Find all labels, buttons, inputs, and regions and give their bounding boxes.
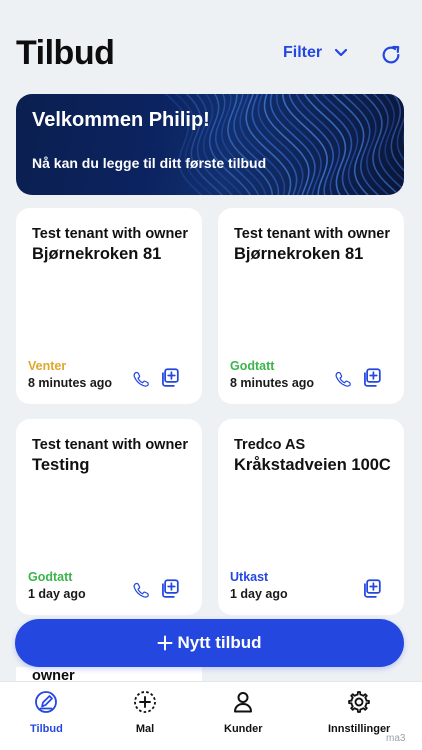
offer-time: 1 day ago bbox=[28, 587, 86, 601]
offer-address: Bjørnekroken 81 bbox=[234, 245, 364, 263]
tab-innstillinger[interactable]: Innstillinger bbox=[328, 690, 390, 735]
tab-label: Tilbud bbox=[30, 723, 63, 735]
person-icon bbox=[234, 692, 253, 713]
offer-status: Godtatt bbox=[230, 359, 275, 373]
filter-button[interactable]: Filter bbox=[283, 44, 348, 62]
offer-card[interactable]: Test tenant with owner Testing Godtatt 1… bbox=[16, 419, 202, 615]
welcome-banner: Velkommen Philip! Nå kan du legge til di… bbox=[16, 94, 404, 195]
offer-address: Kråkstadveien 100C bbox=[234, 456, 391, 474]
tab-tilbud[interactable]: Tilbud bbox=[30, 690, 63, 735]
tab-kunder[interactable]: Kunder bbox=[224, 690, 263, 735]
offer-pen-icon bbox=[35, 691, 58, 713]
page-title: Tilbud bbox=[16, 34, 115, 72]
tab-mal[interactable]: Mal bbox=[133, 690, 157, 735]
banner-title: Velkommen Philip! bbox=[32, 109, 210, 131]
tab-label: Kunder bbox=[224, 723, 263, 735]
offer-tenant: Test tenant with owner bbox=[32, 226, 189, 242]
phone-icon[interactable] bbox=[132, 370, 150, 388]
offer-status: Venter bbox=[28, 359, 67, 373]
offer-address: Testing bbox=[32, 456, 90, 474]
refresh-icon[interactable] bbox=[380, 44, 402, 66]
tab-label: Innstillinger bbox=[328, 723, 391, 735]
tab-label: Mal bbox=[135, 723, 155, 735]
banner-subtitle: Nå kan du legge til ditt første tilbud bbox=[32, 155, 267, 171]
header: Tilbud Filter bbox=[0, 0, 422, 90]
filter-label: Filter bbox=[283, 44, 323, 61]
offer-status: Utkast bbox=[230, 570, 269, 584]
phone-icon[interactable] bbox=[132, 581, 150, 599]
gear-icon bbox=[348, 691, 371, 713]
duplicate-icon[interactable] bbox=[159, 578, 180, 599]
plus-icon bbox=[157, 635, 173, 651]
offer-card[interactable]: Tredco AS Kråkstadveien 100C Utkast 1 da… bbox=[218, 419, 404, 615]
new-offer-button[interactable]: Nytt tilbud bbox=[15, 619, 404, 667]
new-offer-label: Nytt tilbud bbox=[177, 633, 262, 652]
corner-label: ma3 bbox=[386, 733, 406, 744]
template-plus-icon bbox=[134, 691, 156, 713]
bottom-tab-bar: Tilbud Mal Kunder Innstillinger bbox=[0, 681, 422, 750]
offer-time: 1 day ago bbox=[230, 587, 288, 601]
offer-tenant: Test tenant with owner bbox=[32, 437, 189, 453]
offer-time: 8 minutes ago bbox=[28, 376, 113, 390]
duplicate-icon[interactable] bbox=[361, 578, 382, 599]
offer-card[interactable]: Test tenant with owner Bjørnekroken 81 V… bbox=[16, 208, 202, 404]
duplicate-icon[interactable] bbox=[361, 367, 382, 388]
offer-tenant: Test tenant with owner bbox=[234, 226, 391, 242]
offer-address: Bjørnekroken 81 bbox=[32, 245, 162, 263]
duplicate-icon[interactable] bbox=[159, 367, 180, 388]
offer-status: Godtatt bbox=[28, 570, 73, 584]
offer-card[interactable]: Test tenant with owner Bjørnekroken 81 G… bbox=[218, 208, 404, 404]
phone-icon[interactable] bbox=[334, 370, 352, 388]
offer-tenant: Tredco AS bbox=[234, 437, 306, 453]
chevron-down-icon bbox=[335, 48, 348, 57]
offer-time: 8 minutes ago bbox=[230, 376, 315, 390]
